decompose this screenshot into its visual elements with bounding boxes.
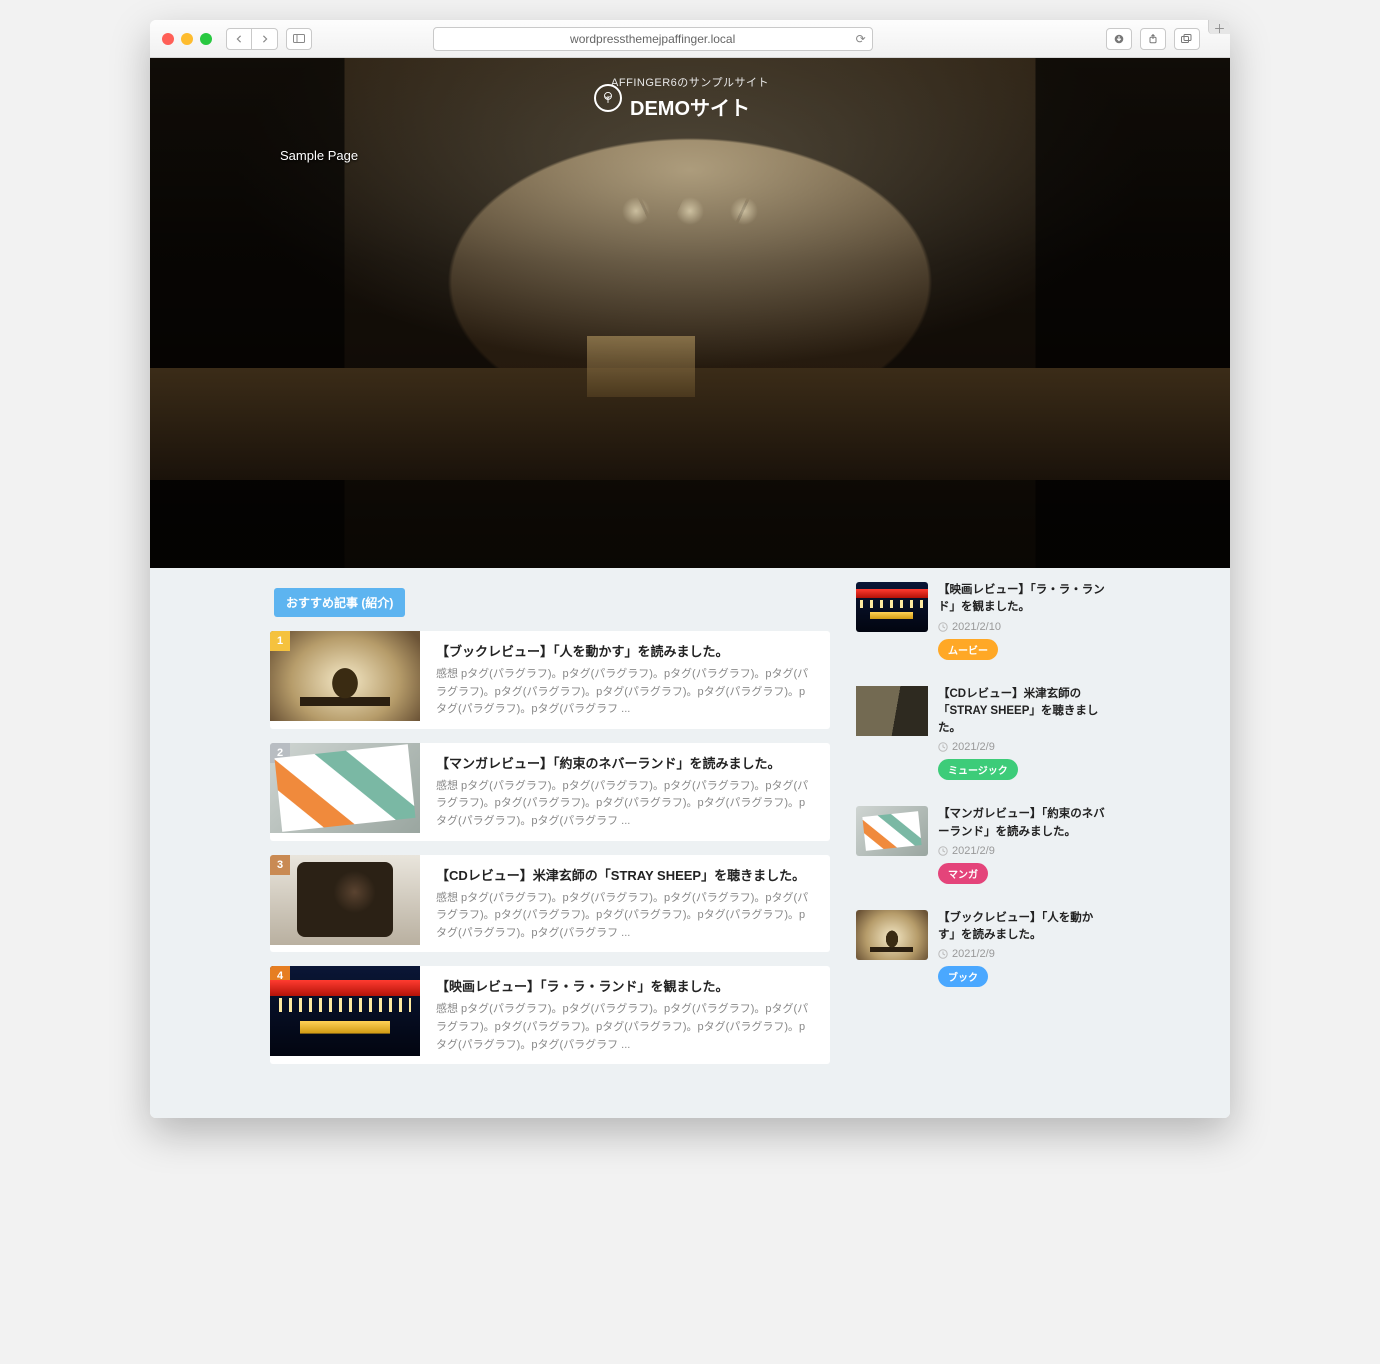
tabs-button[interactable] bbox=[1174, 28, 1200, 50]
clock-icon bbox=[938, 949, 948, 959]
tree-icon bbox=[601, 91, 615, 105]
post-item[interactable]: 2 【マンガレビュー】「約束のネバーランド」を読みました。感想 pタグ(パラグラフ… bbox=[270, 743, 830, 841]
toolbar-right bbox=[1106, 28, 1200, 50]
post-item[interactable]: 3 【CDレビュー】米津玄師の「STRAY SHEEP」を聴きました。感想 pタグ… bbox=[270, 855, 830, 953]
traffic-lights bbox=[162, 33, 212, 45]
clock-icon bbox=[938, 622, 948, 632]
sidebar-body: 【映画レビュー】「ラ・ラ・ランド」を観ました。 2021/2/10 ムービー bbox=[938, 582, 1110, 660]
post-title[interactable]: 【CDレビュー】米津玄師の「STRAY SHEEP」を聴きました。 bbox=[436, 865, 816, 884]
post-list: 1 【ブックレビュー】「人を動かす」を読みました。感想 pタグ(パラグラフ)。pタ… bbox=[270, 631, 830, 1064]
category-tag[interactable]: ムービー bbox=[938, 639, 998, 660]
hero-banner: AFFINGER6のサンプルサイト DEMOサイト Sample Page bbox=[150, 58, 1230, 568]
address-bar[interactable]: wordpressthemejpaffinger.local ⟳ bbox=[433, 27, 873, 51]
new-tab-button[interactable]: ＋ bbox=[1208, 20, 1230, 34]
browser-window: wordpressthemejpaffinger.local ⟳ ＋ bbox=[150, 20, 1230, 1118]
sidebar-post[interactable]: 【ブックレビュー】「人を動かす」を読みました。 2021/2/9 ブック bbox=[856, 910, 1110, 988]
category-tag[interactable]: ミュージック bbox=[938, 759, 1018, 780]
nav-sample-page[interactable]: Sample Page bbox=[280, 148, 358, 163]
rank-badge: 2 bbox=[270, 743, 290, 763]
sidebar-icon bbox=[293, 34, 305, 43]
chevron-right-icon bbox=[261, 35, 269, 43]
forward-button[interactable] bbox=[252, 28, 278, 50]
rank-badge: 4 bbox=[270, 966, 290, 986]
share-button[interactable] bbox=[1140, 28, 1166, 50]
rank-badge: 1 bbox=[270, 631, 290, 651]
site-header: AFFINGER6のサンプルサイト DEMOサイト bbox=[150, 74, 1230, 121]
post-date: 2021/2/9 bbox=[938, 741, 1110, 753]
sidebar-thumbnail bbox=[856, 686, 928, 736]
sidebar-body: 【マンガレビュー】「約束のネバーランド」を読みました。 2021/2/9 マンガ bbox=[938, 806, 1110, 884]
post-body: 【ブックレビュー】「人を動かす」を読みました。感想 pタグ(パラグラフ)。pタグ… bbox=[436, 631, 830, 729]
post-body: 【マンガレビュー】「約束のネバーランド」を読みました。感想 pタグ(パラグラフ)… bbox=[436, 743, 830, 841]
post-thumbnail: 3 bbox=[270, 855, 420, 945]
sidebar: 【映画レビュー】「ラ・ラ・ランド」を観ました。 2021/2/10 ムービー【CDレ… bbox=[856, 582, 1110, 1078]
close-window-button[interactable] bbox=[162, 33, 174, 45]
post-item[interactable]: 4 【映画レビュー】「ラ・ラ・ランド」を観ました。感想 pタグ(パラグラフ)。pタ… bbox=[270, 966, 830, 1064]
content-area: おすすめ記事 (紹介) 1【ブックレビュー】「人を動かす」を読みました。感想 p… bbox=[150, 568, 1230, 1118]
sidebar-post-title[interactable]: 【マンガレビュー】「約束のネバーランド」を読みました。 bbox=[938, 806, 1110, 841]
sidebar-thumbnail bbox=[856, 910, 928, 960]
recommend-badge: おすすめ記事 (紹介) bbox=[274, 588, 405, 617]
site-title[interactable]: DEMOサイト bbox=[150, 92, 1230, 121]
sidebar-post[interactable]: 【マンガレビュー】「約束のネバーランド」を読みました。 2021/2/9 マンガ bbox=[856, 806, 1110, 884]
browser-toolbar: wordpressthemejpaffinger.local ⟳ ＋ bbox=[150, 20, 1230, 58]
post-thumbnail: 2 bbox=[270, 743, 420, 833]
sidebar-thumbnail bbox=[856, 582, 928, 632]
post-excerpt: 感想 pタグ(パラグラフ)。pタグ(パラグラフ)。pタグ(パラグラフ)。pタグ(… bbox=[436, 1001, 816, 1054]
sidebar-list: 【映画レビュー】「ラ・ラ・ランド」を観ました。 2021/2/10 ムービー【CDレ… bbox=[856, 582, 1110, 987]
download-icon bbox=[1114, 34, 1124, 44]
post-title[interactable]: 【ブックレビュー】「人を動かす」を読みました。 bbox=[436, 641, 816, 660]
post-thumbnail: 4 bbox=[270, 966, 420, 1056]
post-date: 2021/2/9 bbox=[938, 948, 1110, 960]
post-excerpt: 感想 pタグ(パラグラフ)。pタグ(パラグラフ)。pタグ(パラグラフ)。pタグ(… bbox=[436, 778, 816, 831]
post-item[interactable]: 1 【ブックレビュー】「人を動かす」を読みました。感想 pタグ(パラグラフ)。pタ… bbox=[270, 631, 830, 729]
clock-icon bbox=[938, 846, 948, 856]
post-excerpt: 感想 pタグ(パラグラフ)。pタグ(パラグラフ)。pタグ(パラグラフ)。pタグ(… bbox=[436, 890, 816, 943]
downloads-button[interactable] bbox=[1106, 28, 1132, 50]
sidebar-body: 【CDレビュー】米津玄師の「STRAY SHEEP」を聴きました。 2021/2/… bbox=[938, 686, 1110, 781]
tabs-icon bbox=[1181, 34, 1192, 44]
category-tag[interactable]: マンガ bbox=[938, 863, 988, 884]
sidebar-post[interactable]: 【CDレビュー】米津玄師の「STRAY SHEEP」を聴きました。 2021/2/… bbox=[856, 686, 1110, 781]
main-column: おすすめ記事 (紹介) 1 【ブックレビュー】「人を動かす」を読みました。感想 p… bbox=[270, 582, 830, 1078]
site-tagline: AFFINGER6のサンプルサイト bbox=[150, 74, 1230, 90]
nav-buttons bbox=[226, 28, 278, 50]
post-thumbnail: 1 bbox=[270, 631, 420, 721]
post-title[interactable]: 【マンガレビュー】「約束のネバーランド」を読みました。 bbox=[436, 753, 816, 772]
post-body: 【CDレビュー】米津玄師の「STRAY SHEEP」を聴きました。感想 pタグ(… bbox=[436, 855, 830, 953]
back-button[interactable] bbox=[226, 28, 252, 50]
sidebar-toggle-button[interactable] bbox=[286, 28, 312, 50]
post-title[interactable]: 【映画レビュー】「ラ・ラ・ランド」を観ました。 bbox=[436, 976, 816, 995]
reload-icon[interactable]: ⟳ bbox=[856, 32, 866, 46]
sidebar-post[interactable]: 【映画レビュー】「ラ・ラ・ランド」を観ました。 2021/2/10 ムービー bbox=[856, 582, 1110, 660]
clock-icon bbox=[938, 742, 948, 752]
site-logo-icon[interactable] bbox=[594, 84, 622, 112]
sidebar-body: 【ブックレビュー】「人を動かす」を読みました。 2021/2/9 ブック bbox=[938, 910, 1110, 988]
chevron-left-icon bbox=[235, 35, 243, 43]
minimize-window-button[interactable] bbox=[181, 33, 193, 45]
url-text: wordpressthemejpaffinger.local bbox=[570, 32, 735, 46]
post-body: 【映画レビュー】「ラ・ラ・ランド」を観ました。感想 pタグ(パラグラフ)。pタグ… bbox=[436, 966, 830, 1064]
sidebar-post-title[interactable]: 【ブックレビュー】「人を動かす」を読みました。 bbox=[938, 910, 1110, 945]
post-excerpt: 感想 pタグ(パラグラフ)。pタグ(パラグラフ)。pタグ(パラグラフ)。pタグ(… bbox=[436, 666, 816, 719]
zoom-window-button[interactable] bbox=[200, 33, 212, 45]
category-tag[interactable]: ブック bbox=[938, 966, 988, 987]
sidebar-post-title[interactable]: 【CDレビュー】米津玄師の「STRAY SHEEP」を聴きました。 bbox=[938, 686, 1110, 738]
post-date: 2021/2/10 bbox=[938, 621, 1110, 633]
post-date: 2021/2/9 bbox=[938, 845, 1110, 857]
sidebar-thumbnail bbox=[856, 806, 928, 856]
share-icon bbox=[1148, 34, 1158, 44]
sidebar-post-title[interactable]: 【映画レビュー】「ラ・ラ・ランド」を観ました。 bbox=[938, 582, 1110, 617]
rank-badge: 3 bbox=[270, 855, 290, 875]
